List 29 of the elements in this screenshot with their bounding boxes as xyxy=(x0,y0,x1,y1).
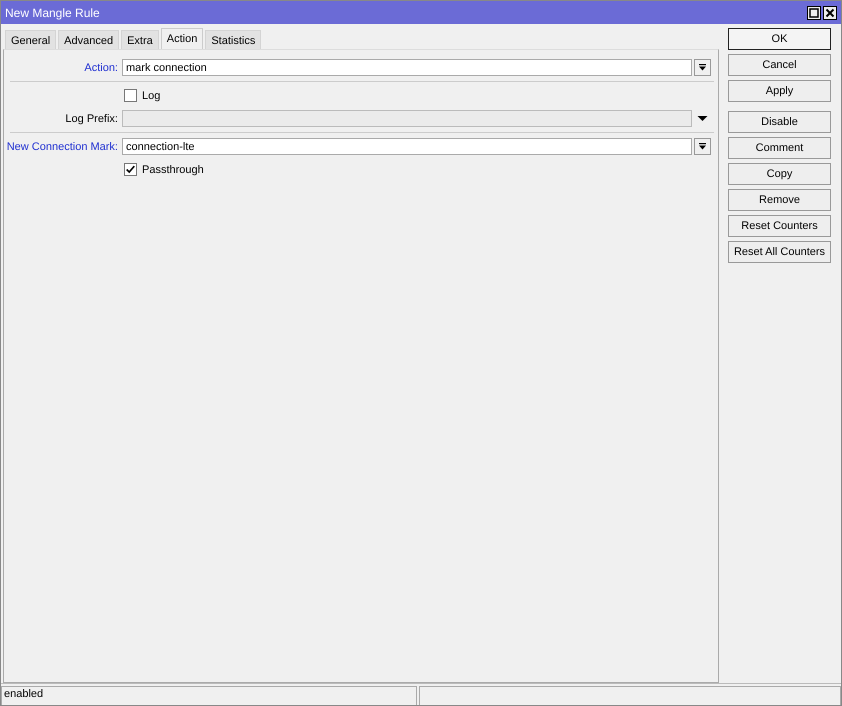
action-button[interactable]: Disable xyxy=(728,111,831,133)
checkbox[interactable] xyxy=(124,89,137,102)
action-button[interactable]: Reset Counters xyxy=(728,215,831,237)
status-cell: enabled xyxy=(1,686,417,705)
action-button[interactable]: Copy xyxy=(728,163,831,185)
action-button[interactable]: Apply xyxy=(728,80,831,102)
action-button[interactable]: Cancel xyxy=(728,54,831,76)
dropdown-icon[interactable] xyxy=(694,138,711,155)
tab[interactable]: Extra xyxy=(121,30,159,51)
action-button[interactable]: Remove xyxy=(728,189,831,211)
close-icon[interactable] xyxy=(823,6,837,20)
action-button[interactable]: Reset All Counters xyxy=(728,241,831,263)
input-field[interactable]: connection-lte xyxy=(122,138,692,155)
window-title: New Mangle Rule xyxy=(5,6,100,20)
dropdown-icon[interactable] xyxy=(694,59,711,76)
checkbox[interactable] xyxy=(124,163,137,176)
tab[interactable]: Action xyxy=(160,28,204,51)
field-label: New Connection Mark: xyxy=(6,140,119,152)
input-field[interactable]: mark connection xyxy=(122,59,692,76)
field-label: Action: xyxy=(83,62,119,74)
tab[interactable]: General xyxy=(5,30,56,51)
field-label: Log Prefix: xyxy=(64,112,119,124)
tab[interactable]: Statistics xyxy=(205,30,262,51)
action-button[interactable]: OK xyxy=(728,28,831,50)
maximize-icon[interactable] xyxy=(807,6,821,20)
tab[interactable]: Advanced xyxy=(58,30,120,51)
checkbox-label: Log xyxy=(142,90,160,102)
action-button[interactable]: Comment xyxy=(728,137,831,159)
checkbox-label: Passthrough xyxy=(142,164,204,176)
